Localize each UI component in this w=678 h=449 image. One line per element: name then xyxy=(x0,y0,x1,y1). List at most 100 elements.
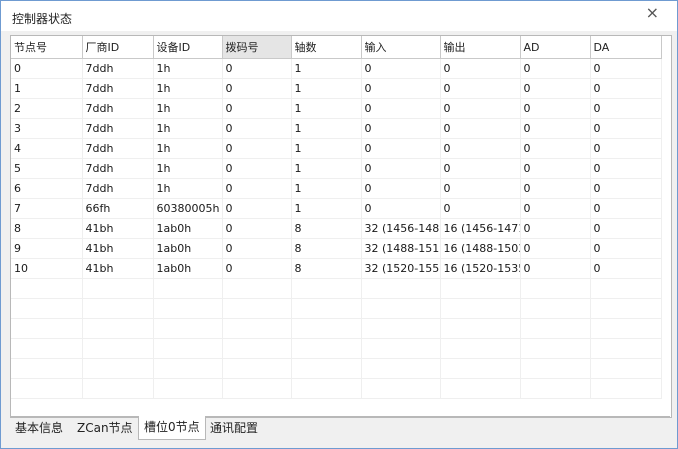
tab-comm-config[interactable]: 通讯配置 xyxy=(205,417,263,439)
table-row[interactable]: 3 7ddh 1h 0 1 0 0 0 0 xyxy=(11,118,662,139)
cell-dip: 0 xyxy=(222,158,292,179)
cell-axes: 1 xyxy=(291,138,362,159)
close-icon[interactable]: × xyxy=(646,4,659,22)
empty-cell xyxy=(222,378,292,399)
cell-axes: 1 xyxy=(291,98,362,119)
cell-axes: 8 xyxy=(291,238,362,259)
cell-input: 32 (1456-1487) xyxy=(361,218,441,239)
table-row[interactable]: 0 7ddh 1h 0 1 0 0 0 0 xyxy=(11,58,662,79)
cell-input: 0 xyxy=(361,118,441,139)
tab-zcan-nodes[interactable]: ZCan节点 xyxy=(72,417,138,439)
empty-cell xyxy=(361,338,441,359)
cell-ad: 0 xyxy=(520,138,591,159)
table-row[interactable]: 4 7ddh 1h 0 1 0 0 0 0 xyxy=(11,138,662,159)
cell-node: 3 xyxy=(11,118,83,139)
empty-cell xyxy=(361,298,441,319)
column-header-input[interactable]: 输入 xyxy=(361,36,441,59)
column-header-output[interactable]: 输出 xyxy=(440,36,521,59)
cell-axes: 1 xyxy=(291,58,362,79)
cell-input: 32 (1520-1551) xyxy=(361,258,441,279)
table-row[interactable]: 6 7ddh 1h 0 1 0 0 0 0 xyxy=(11,178,662,199)
cell-axes: 1 xyxy=(291,158,362,179)
cell-vendor-id: 7ddh xyxy=(82,178,154,199)
column-header-dip[interactable]: 拨码号 xyxy=(222,36,292,59)
table-row[interactable]: 941bh1ab0h0832 (1488-1519)16 (1488-1503)… xyxy=(11,238,662,259)
cell-dip: 0 xyxy=(222,118,292,139)
empty-cell xyxy=(153,378,223,399)
cell-input: 0 xyxy=(361,158,441,179)
cell-da: 0 xyxy=(590,258,662,279)
cell-ad: 0 xyxy=(520,198,591,219)
column-header-vendor-id[interactable]: 厂商ID xyxy=(82,36,154,59)
column-header-device-id[interactable]: 设备ID xyxy=(153,36,223,59)
empty-cell xyxy=(11,358,83,379)
cell-da: 0 xyxy=(590,198,662,219)
cell-da: 0 xyxy=(590,178,662,199)
empty-row xyxy=(11,338,662,359)
empty-cell xyxy=(153,338,223,359)
table-row[interactable]: 1 7ddh 1h 0 1 0 0 0 0 xyxy=(11,78,662,99)
cell-node: 2 xyxy=(11,98,83,119)
empty-cell xyxy=(440,278,521,299)
cell-axes: 8 xyxy=(291,258,362,279)
cell-output: 0 xyxy=(440,198,521,219)
cell-node: 4 xyxy=(11,138,83,159)
empty-cell xyxy=(291,298,362,319)
cell-output: 0 xyxy=(440,78,521,99)
table-row[interactable]: 1041bh1ab0h0832 (1520-1551)16 (1520-1535… xyxy=(11,258,662,279)
cell-device-id: 1h xyxy=(153,58,223,79)
cell-vendor-id: 7ddh xyxy=(82,158,154,179)
cell-input: 0 xyxy=(361,198,441,219)
empty-cell xyxy=(11,318,83,339)
tab-basic-info[interactable]: 基本信息 xyxy=(10,417,68,439)
cell-node: 7 xyxy=(11,198,83,219)
table-row[interactable]: 5 7ddh 1h 0 1 0 0 0 0 xyxy=(11,158,662,179)
empty-cell xyxy=(82,298,154,319)
tab-slot0-nodes[interactable]: 槽位0节点 xyxy=(138,416,206,440)
empty-row xyxy=(11,358,662,379)
column-header-node[interactable]: 节点号 xyxy=(11,36,83,59)
cell-vendor-id: 7ddh xyxy=(82,138,154,159)
cell-output: 16 (1488-1503) xyxy=(440,238,521,259)
cell-ad: 0 xyxy=(520,258,591,279)
empty-cell xyxy=(590,298,662,319)
empty-cell xyxy=(222,318,292,339)
column-header-ad[interactable]: AD xyxy=(520,36,591,59)
cell-device-id: 1h xyxy=(153,98,223,119)
cell-device-id: 1h xyxy=(153,178,223,199)
cell-da: 0 xyxy=(590,98,662,119)
empty-cell xyxy=(520,278,591,299)
empty-cell xyxy=(590,358,662,379)
empty-cell xyxy=(153,318,223,339)
cell-input: 0 xyxy=(361,78,441,99)
cell-axes: 1 xyxy=(291,178,362,199)
cell-ad: 0 xyxy=(520,58,591,79)
cell-axes: 1 xyxy=(291,198,362,219)
cell-output: 0 xyxy=(440,138,521,159)
empty-cell xyxy=(11,298,83,319)
empty-cell xyxy=(153,278,223,299)
empty-cell xyxy=(590,278,662,299)
title-bar: 控制器状态 × xyxy=(1,1,677,31)
cell-node: 6 xyxy=(11,178,83,199)
cell-da: 0 xyxy=(590,58,662,79)
cell-ad: 0 xyxy=(520,98,591,119)
table-row[interactable]: 841bh1ab0h0832 (1456-1487)16 (1456-1471)… xyxy=(11,218,662,239)
empty-cell xyxy=(11,338,83,359)
table-row[interactable]: 7 66fh 60380005h 0 1 0 0 0 0 xyxy=(11,198,662,219)
cell-output: 16 (1456-1471) xyxy=(440,218,521,239)
empty-cell xyxy=(222,358,292,379)
empty-cell xyxy=(361,318,441,339)
cell-node: 8 xyxy=(11,218,83,239)
column-header-da[interactable]: DA xyxy=(590,36,662,59)
cell-dip: 0 xyxy=(222,78,292,99)
cell-ad: 0 xyxy=(520,218,591,239)
empty-row xyxy=(11,298,662,319)
column-header-axes[interactable]: 轴数 xyxy=(291,36,362,59)
cell-vendor-id: 7ddh xyxy=(82,78,154,99)
table-row[interactable]: 2 7ddh 1h 0 1 0 0 0 0 xyxy=(11,98,662,119)
cell-node: 1 xyxy=(11,78,83,99)
cell-da: 0 xyxy=(590,238,662,259)
bottom-tab-bar: 基本信息 ZCan节点 槽位0节点 通讯配置 xyxy=(10,416,670,441)
empty-cell xyxy=(361,278,441,299)
